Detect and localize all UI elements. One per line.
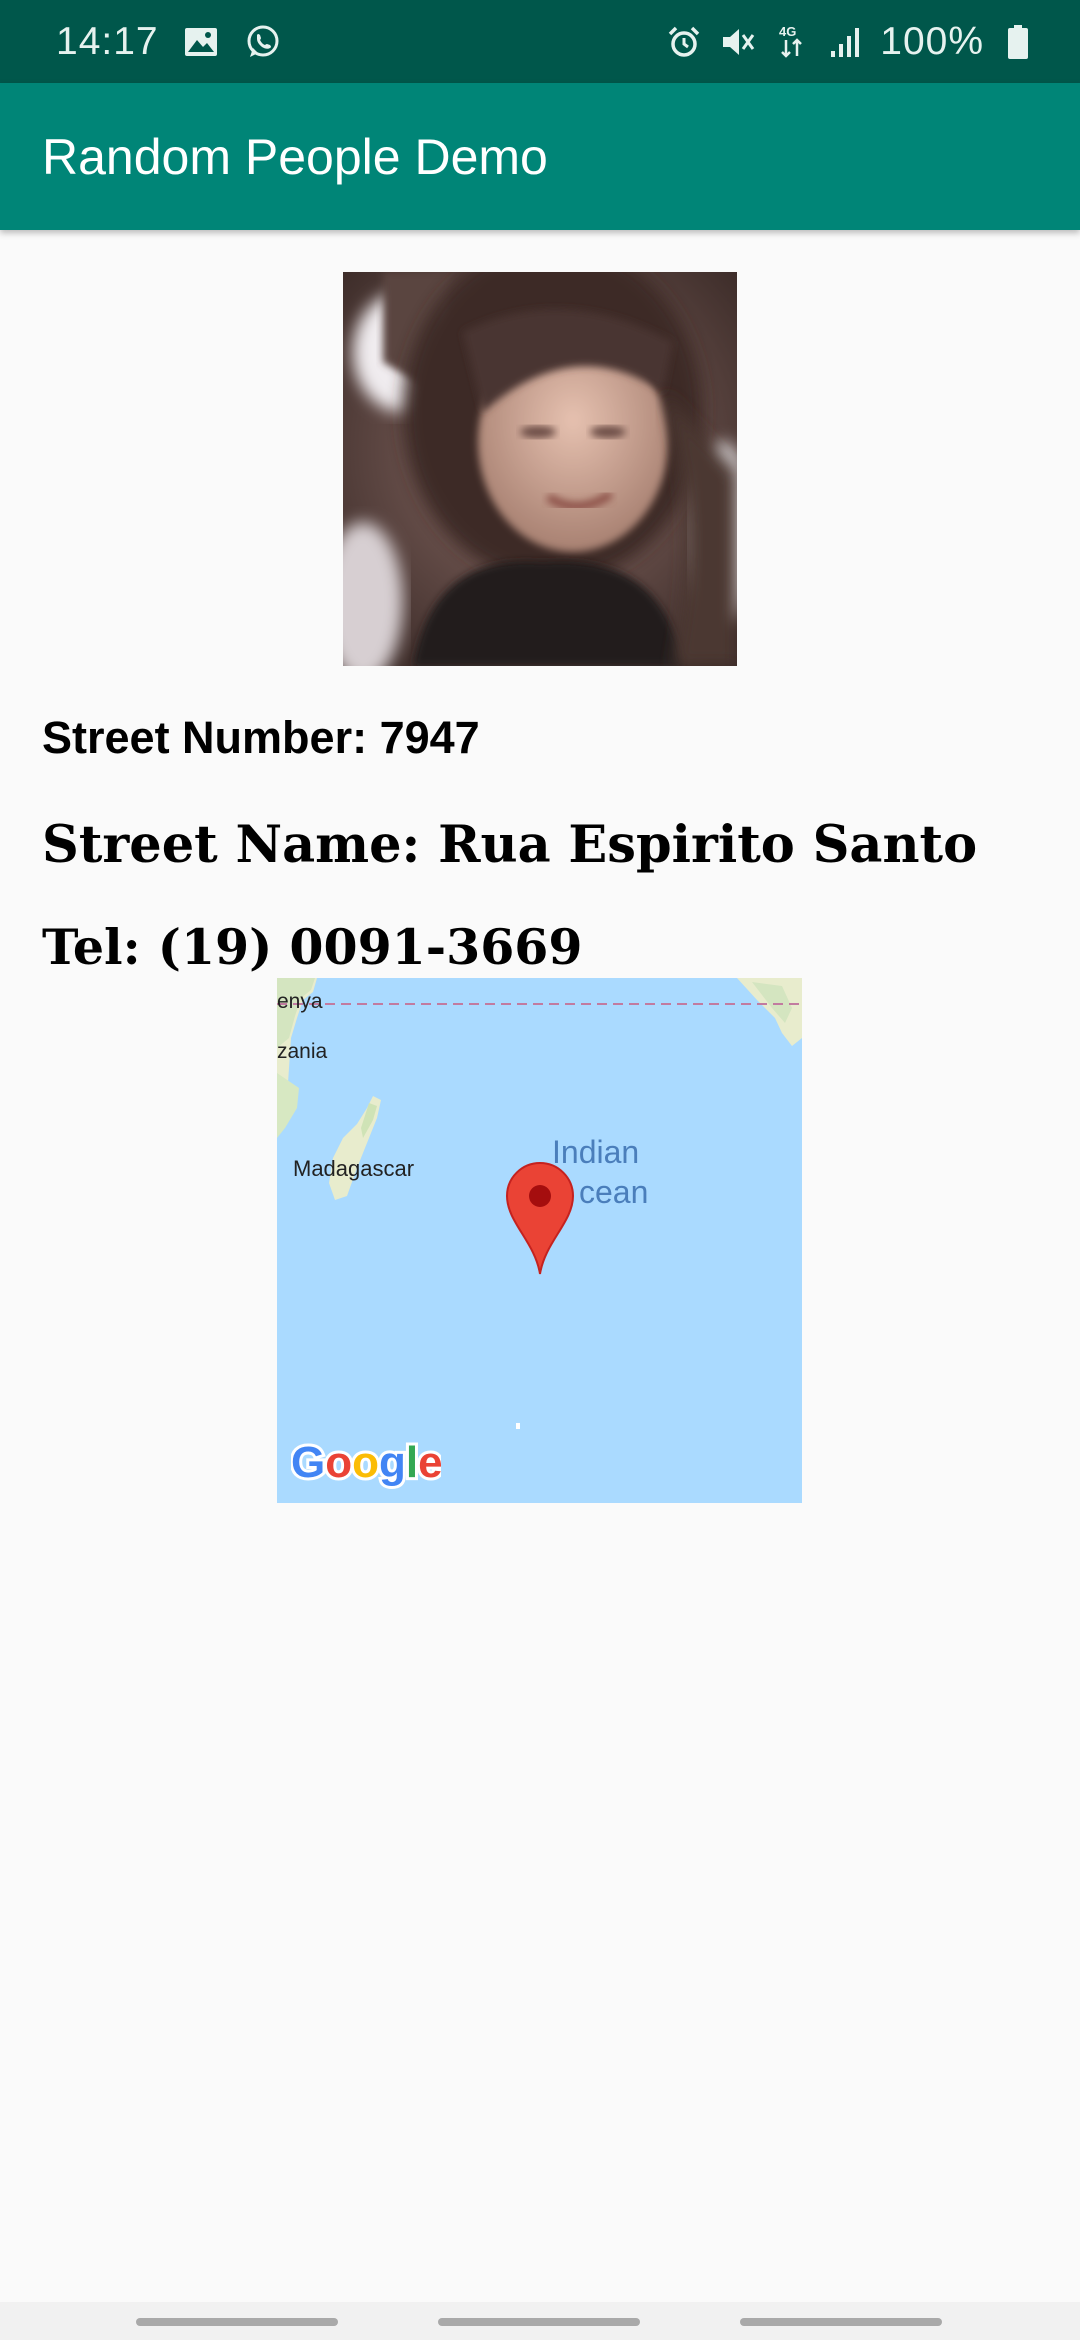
street-name-label: Street Name: Rua Espirito Santo xyxy=(42,815,978,875)
app-title: Random People Demo xyxy=(42,128,548,185)
svg-text:Google: Google xyxy=(291,1438,441,1487)
battery-percent: 100% xyxy=(880,19,984,63)
status-left: 14:17 xyxy=(56,20,283,64)
status-time: 14:17 xyxy=(56,19,159,63)
signal-icon xyxy=(826,22,866,62)
nav-back-button[interactable] xyxy=(740,2318,942,2326)
app-bar: Random People Demo xyxy=(0,83,1080,230)
battery-icon xyxy=(998,22,1038,62)
alarm-icon xyxy=(664,22,704,62)
status-bar: 14:17 4G 100% xyxy=(0,0,1080,83)
street-number-label: Street Number: 7947 xyxy=(42,712,480,763)
mute-icon xyxy=(718,22,758,62)
nav-recents-button[interactable] xyxy=(136,2318,338,2326)
gallery-icon xyxy=(181,22,221,62)
whatsapp-icon xyxy=(243,22,283,62)
map-label-madagascar: Madagascar xyxy=(293,1156,415,1181)
map-marker-icon[interactable] xyxy=(505,1162,575,1276)
status-right: 4G 100% xyxy=(664,20,1038,64)
nav-home-button[interactable] xyxy=(438,2318,640,2326)
google-logo-svg: Google xyxy=(288,1435,446,1490)
tel-label: Tel: (19) 0091-3669 xyxy=(42,918,583,976)
map-view[interactable]: enya zania Madagascar Indian cean Google xyxy=(277,978,802,1503)
map-label-ocean-line2: cean xyxy=(579,1174,649,1210)
map-label-kenya: enya xyxy=(277,990,323,1013)
navigation-bar xyxy=(0,2302,1080,2340)
profile-photo xyxy=(343,272,737,666)
map-label-tanzania: zania xyxy=(277,1040,328,1063)
google-logo: Google xyxy=(288,1433,446,1494)
data-4g-icon: 4G xyxy=(772,22,812,62)
svg-text:4G: 4G xyxy=(779,24,796,39)
